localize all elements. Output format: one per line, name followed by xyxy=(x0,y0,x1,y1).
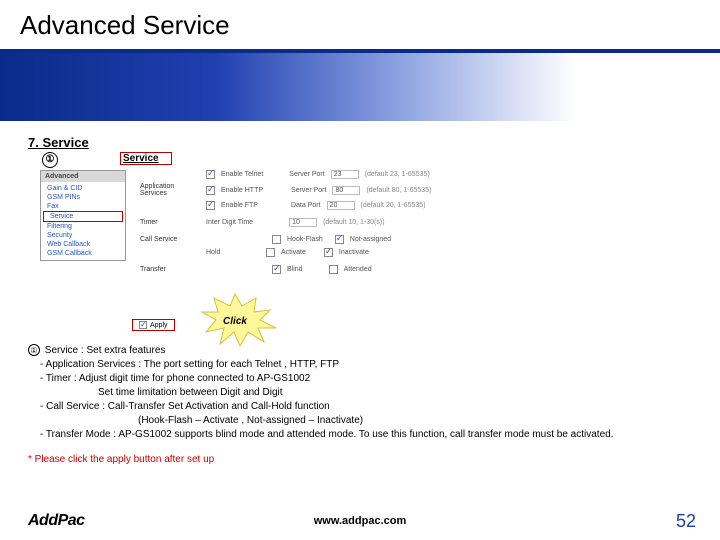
label-enable-telnet: Enable Telnet xyxy=(221,171,263,178)
desc-marker-1: ① xyxy=(28,344,40,356)
footer-url: www.addpac.com xyxy=(314,515,407,527)
sidebar-item-gain[interactable]: Gain & CID xyxy=(41,184,125,193)
sidebar-item-security[interactable]: Security xyxy=(41,231,125,240)
row-timer: Timer Inter Digit Time 10 (default 10, 1… xyxy=(140,218,460,227)
label-serverport-2: Server Port xyxy=(291,187,326,194)
apply-button-box[interactable]: Apply xyxy=(132,319,175,331)
sidebar-item-filtering[interactable]: Filtering xyxy=(41,222,125,231)
input-timer[interactable]: 10 xyxy=(289,218,317,227)
desc-line-2: - Timer : Adjust digit time for phone co… xyxy=(28,372,692,386)
sidebar-nav: Advanced Gain & CID GSM PINs Fax Service… xyxy=(40,170,126,261)
title-band xyxy=(0,53,720,121)
footer: AddPac www.addpac.com 52 xyxy=(0,512,720,530)
sidebar-item-gsmcallback[interactable]: GSM Callback xyxy=(41,249,125,258)
radio-hookflash[interactable] xyxy=(272,235,281,244)
burst-shape: Click xyxy=(190,292,280,348)
label-hold: Hold xyxy=(206,249,260,256)
radio-inactivate[interactable] xyxy=(324,248,333,257)
input-http-port[interactable]: 80 xyxy=(332,186,360,195)
label-appservices: Application Services xyxy=(140,183,200,197)
hint-telnet: (default 23, 1-65535) xyxy=(365,171,430,178)
service-label-box: Service xyxy=(120,152,172,165)
row-hold: Hold Activate Inactivate xyxy=(140,248,460,257)
note-text: * Please click the apply button after se… xyxy=(0,442,720,465)
form-panel: Enable Telnet Server Port 23 (default 23… xyxy=(140,170,460,278)
sidebar-header: Advanced xyxy=(41,171,125,182)
checkbox-telnet[interactable] xyxy=(206,170,215,179)
label-notassigned: Not-assigned xyxy=(350,236,391,243)
apply-label: Apply xyxy=(150,322,168,329)
row-http: Application Services Enable HTTP Server … xyxy=(140,183,460,197)
label-blind: Blind xyxy=(287,266,303,273)
checkbox-ftp[interactable] xyxy=(206,201,215,210)
radio-notassigned[interactable] xyxy=(335,235,344,244)
input-ftp-port[interactable]: 20 xyxy=(327,201,355,210)
desc-line-5: (Hook-Flash – Activate , Not-assigned – … xyxy=(28,414,692,428)
section-heading: 7. Service xyxy=(0,121,720,150)
label-attended: Attended xyxy=(344,266,372,273)
row-telnet: Enable Telnet Server Port 23 (default 23… xyxy=(140,170,460,179)
desc-line-1: - Application Services : The port settin… xyxy=(28,358,692,372)
desc-line-4: - Call Service : Call-Transfer Set Activ… xyxy=(28,400,692,414)
description-block: ① Service : Set extra features - Applica… xyxy=(0,344,720,442)
screenshot-area: ① Service Advanced Gain & CID GSM PINs F… xyxy=(90,154,692,344)
callout-number-1: ① xyxy=(42,152,58,168)
hint-timer: (default 10, 1-30(s)) xyxy=(323,219,384,226)
sidebar-list: Gain & CID GSM PINs Fax Service Filterin… xyxy=(41,182,125,260)
label-activate: Activate xyxy=(281,249,306,256)
sidebar-item-webcallback[interactable]: Web Callback xyxy=(41,240,125,249)
hint-http: (default 80, 1-65535) xyxy=(366,187,431,194)
label-inactivate: Inactivate xyxy=(339,249,369,256)
checkbox-http[interactable] xyxy=(206,186,215,195)
page-number: 52 xyxy=(676,511,696,532)
desc-line-6: - Transfer Mode : AP-GS1002 supports bli… xyxy=(28,428,692,442)
input-telnet-port[interactable]: 23 xyxy=(331,170,359,179)
desc-line-0: Service : Set extra features xyxy=(42,345,165,356)
radio-blind[interactable] xyxy=(272,265,281,274)
label-dataport: Data Port xyxy=(291,202,321,209)
apply-check-icon xyxy=(139,321,147,329)
sidebar-item-fax[interactable]: Fax xyxy=(41,202,125,211)
label-interdigit: Inter Digit Time xyxy=(206,219,253,226)
row-ftp: Enable FTP Data Port 20 (default 20, 1-6… xyxy=(140,201,460,210)
sidebar-item-service[interactable]: Service xyxy=(43,211,123,222)
label-enable-ftp: Enable FTP xyxy=(221,202,258,209)
hint-ftp: (default 20, 1-65535) xyxy=(361,202,426,209)
desc-line-3: Set time limitation between Digit and Di… xyxy=(28,386,692,400)
label-serverport-1: Server Port xyxy=(289,171,324,178)
radio-attended[interactable] xyxy=(329,265,338,274)
radio-activate[interactable] xyxy=(266,248,275,257)
slide-title: Advanced Service xyxy=(0,0,720,41)
label-transfer: Transfer xyxy=(140,266,200,273)
sidebar-item-pins[interactable]: GSM PINs xyxy=(41,193,125,202)
label-hookflash: Hook-Flash xyxy=(287,236,323,243)
label-timer: Timer xyxy=(140,219,200,226)
burst-text: Click xyxy=(223,316,247,327)
label-enable-http: Enable HTTP xyxy=(221,187,263,194)
logo: AddPac xyxy=(0,512,85,530)
row-transfer: Transfer Blind Attended xyxy=(140,265,460,274)
row-callservice: Call Service Hook-Flash Not-assigned xyxy=(140,235,460,244)
label-callservice: Call Service xyxy=(140,236,200,243)
